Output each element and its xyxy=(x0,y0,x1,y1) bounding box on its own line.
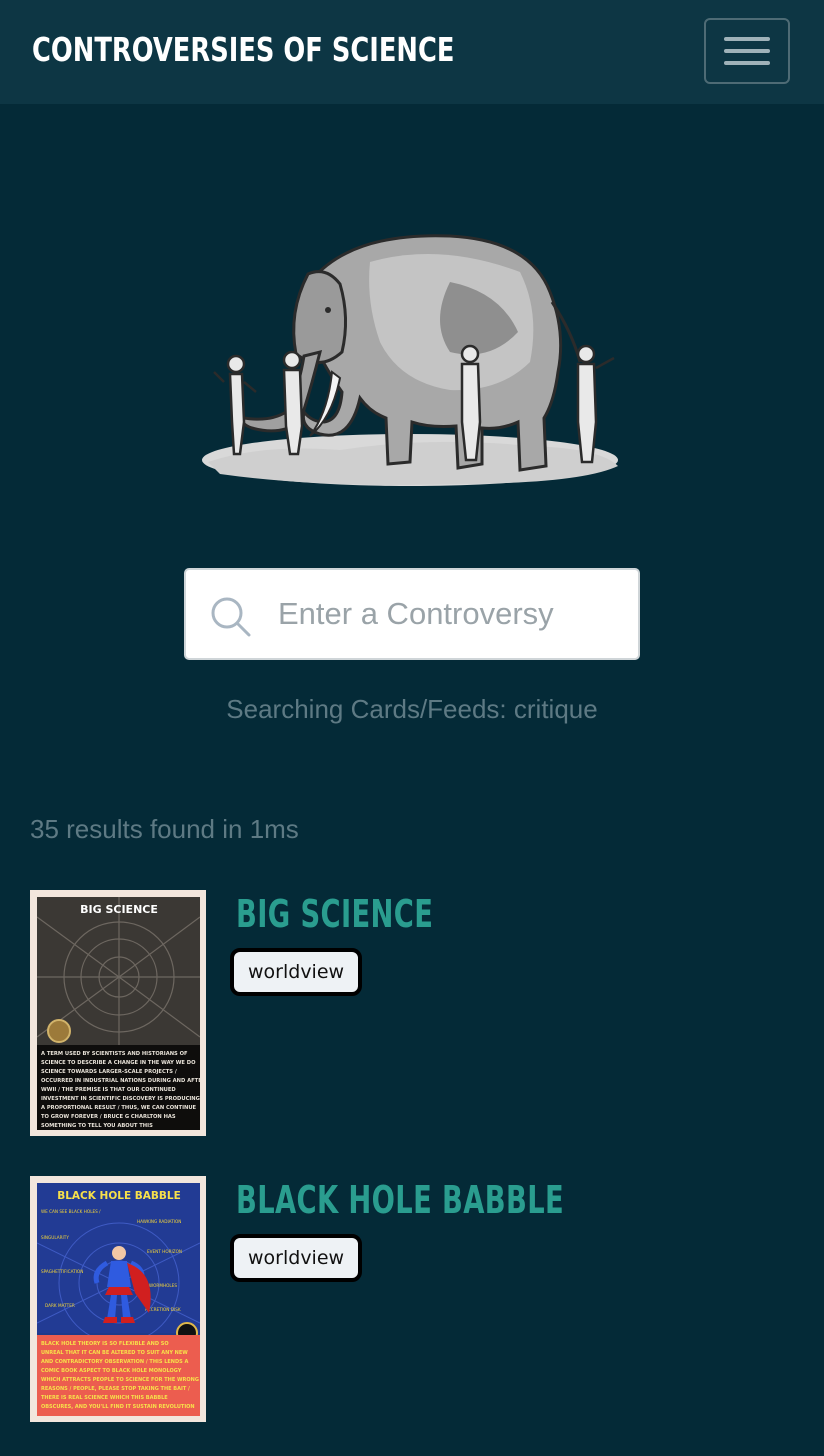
search-box xyxy=(184,568,640,660)
svg-text:SINGULARITY: SINGULARITY xyxy=(41,1235,69,1240)
svg-text:SOMETHING TO TELL YOU ABOUT TH: SOMETHING TO TELL YOU ABOUT THIS xyxy=(41,1123,153,1129)
search-input[interactable] xyxy=(278,588,618,640)
svg-text:SPAGHETTIFICATION: SPAGHETTIFICATION xyxy=(41,1269,83,1274)
brand-logo-text[interactable]: CONTROVERSIES OF SCIENCE xyxy=(32,30,454,69)
svg-text:BLACK HOLE THEORY IS SO FLEXIB: BLACK HOLE THEORY IS SO FLEXIBLE AND SO xyxy=(41,1341,169,1347)
svg-text:UNREAL THAT IT CAN BE ALTERED: UNREAL THAT IT CAN BE ALTERED TO SUIT AN… xyxy=(41,1350,188,1356)
thumb-heading: BIG SCIENCE xyxy=(80,903,158,916)
search-status-text: Searching Cards/Feeds: critique xyxy=(226,694,598,724)
card-thumbnail[interactable]: WE CAN SEE BLACK HOLES / HAWKING RADIATI… xyxy=(30,1176,206,1422)
svg-text:A PROPORTIONAL RESULT / THUS,: A PROPORTIONAL RESULT / THUS, WE CAN CON… xyxy=(41,1105,197,1111)
svg-text:SCIENCE TOWARDS LARGER-SCALE P: SCIENCE TOWARDS LARGER-SCALE PROJECTS / xyxy=(41,1069,177,1075)
top-navbar: CONTROVERSIES OF SCIENCE xyxy=(0,0,824,104)
tag-badge[interactable]: worldview xyxy=(230,948,363,996)
svg-text:OCCURRED IN INDUSTRIAL NATIONS: OCCURRED IN INDUSTRIAL NATIONS DURING AN… xyxy=(41,1078,200,1084)
svg-text:DARK MATTER: DARK MATTER xyxy=(45,1303,75,1308)
svg-text:THERE IS REAL SCIENCE WHICH TH: THERE IS REAL SCIENCE WHICH THIS BABBLE xyxy=(41,1395,168,1401)
hero-elephant-illustration xyxy=(200,222,624,494)
svg-text:WORMHOLES: WORMHOLES xyxy=(149,1283,177,1288)
card-title-link[interactable]: BLACK HOLE BABBLE xyxy=(236,1178,564,1222)
svg-text:WE CAN SEE BLACK HOLES /: WE CAN SEE BLACK HOLES / xyxy=(41,1209,101,1214)
thumb-heading: BLACK HOLE BABBLE xyxy=(57,1190,181,1202)
svg-text:EVENT HORIZON: EVENT HORIZON xyxy=(147,1249,182,1254)
svg-text:REASONS / PEOPLE, PLEASE STOP: REASONS / PEOPLE, PLEASE STOP TAKING THE… xyxy=(41,1386,190,1392)
result-card[interactable]: WE CAN SEE BLACK HOLES / HAWKING RADIATI… xyxy=(30,1176,794,1422)
svg-text:TO GROW FOREVER / BRUCE G CHAR: TO GROW FOREVER / BRUCE G CHARLTON HAS xyxy=(41,1114,176,1120)
svg-text:AND CONTRADICTORY OBSERVATION: AND CONTRADICTORY OBSERVATION / THIS LEN… xyxy=(41,1359,188,1365)
navbar-toggle-button[interactable] xyxy=(704,18,790,84)
search-icon xyxy=(211,597,251,637)
big-science-thumbnail-image: BIG SCIENCE A TERM USED BY SCIENTISTS AN… xyxy=(37,897,200,1130)
elephant-illustration-icon xyxy=(202,234,618,486)
tag-badge[interactable]: worldview xyxy=(230,1234,363,1282)
svg-text:A TERM USED BY SCIENTISTS AND: A TERM USED BY SCIENTISTS AND HISTORIANS… xyxy=(41,1051,188,1057)
results-summary: 35 results found in 1ms xyxy=(30,814,299,844)
svg-text:WWII / THE PREMISE IS THAT OUR: WWII / THE PREMISE IS THAT OUR CONTINUED xyxy=(41,1087,176,1093)
card-title-link[interactable]: BIG SCIENCE xyxy=(236,892,433,936)
svg-text:INVESTMENT IN SCIENTIFIC DISCO: INVESTMENT IN SCIENTIFIC DISCOVERY IS PR… xyxy=(41,1096,200,1102)
result-card[interactable]: BIG SCIENCE A TERM USED BY SCIENTISTS AN… xyxy=(30,890,794,1136)
svg-text:ACCRETION DISK: ACCRETION DISK xyxy=(145,1307,181,1312)
card-thumbnail[interactable]: BIG SCIENCE A TERM USED BY SCIENTISTS AN… xyxy=(30,890,206,1136)
black-hole-babble-thumbnail-image: WE CAN SEE BLACK HOLES / HAWKING RADIATI… xyxy=(37,1183,200,1416)
svg-text:OBSCURES, AND YOU'LL FIND IT S: OBSCURES, AND YOU'LL FIND IT SUSTAIN REV… xyxy=(41,1404,195,1410)
hamburger-menu-icon xyxy=(724,37,770,65)
svg-text:COMIC BOOK ASPECT TO BLACK HOL: COMIC BOOK ASPECT TO BLACK HOLE MONOLOGY xyxy=(41,1368,182,1374)
svg-text:WHICH ATTRACTS PEOPLE TO SCIEN: WHICH ATTRACTS PEOPLE TO SCIENCE FOR THE… xyxy=(41,1377,199,1383)
svg-text:HAWKING RADIATION: HAWKING RADIATION xyxy=(137,1219,181,1224)
svg-text:SCIENCE TO DESCRIBE A CHANGE I: SCIENCE TO DESCRIBE A CHANGE IN THE WAY … xyxy=(41,1060,196,1066)
